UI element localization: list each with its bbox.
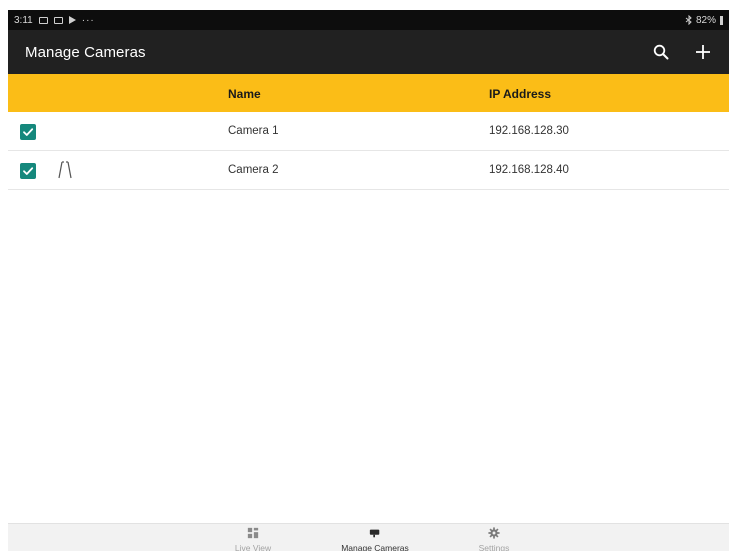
search-button[interactable] (651, 42, 671, 62)
play-store-icon (68, 16, 76, 24)
battery-level: 82% (695, 14, 716, 26)
app-bar-actions (651, 42, 713, 62)
add-camera-button[interactable] (693, 42, 713, 62)
check-icon (23, 167, 34, 175)
grid-icon (247, 527, 259, 539)
search-icon (653, 44, 669, 60)
row-checkbox[interactable] (20, 163, 36, 179)
nav-settings[interactable]: Settings (439, 527, 549, 551)
app-window: 3:11 ··· 82% Manage Cameras Name IP Addr… (8, 10, 729, 551)
nav-label: Settings (478, 543, 510, 551)
status-bar: 3:11 ··· 82% (8, 10, 729, 30)
status-right: 82% (685, 15, 723, 26)
row-checkbox[interactable] (20, 124, 36, 140)
table-row[interactable]: Camera 1 192.168.128.30 (8, 112, 729, 151)
table-row[interactable]: Camera 2 192.168.128.40 (8, 151, 729, 190)
camera-ip: 192.168.128.30 (489, 125, 569, 137)
gear-icon (488, 527, 500, 539)
camera-icon (369, 529, 380, 538)
status-left: 3:11 ··· (14, 15, 95, 26)
nav-live-view[interactable]: Live View (198, 527, 308, 551)
bottom-nav: Live View Manage Cameras Settings (8, 523, 729, 551)
column-header-name[interactable]: Name (228, 87, 261, 101)
nav-label: Manage Cameras (341, 543, 409, 551)
road-icon (58, 161, 72, 179)
nav-label: Live View (234, 543, 272, 551)
status-overflow: ··· (81, 14, 95, 26)
check-icon (23, 128, 34, 136)
page-title: Manage Cameras (25, 43, 146, 61)
image-icon (53, 16, 63, 24)
status-time: 3:11 (14, 14, 33, 26)
nav-manage-cameras[interactable]: Manage Cameras (320, 527, 430, 551)
image-icon (38, 16, 48, 24)
column-header-ip[interactable]: IP Address (489, 87, 551, 101)
plus-icon (696, 45, 710, 59)
camera-name: Camera 2 (228, 164, 279, 176)
battery-icon (720, 15, 723, 25)
app-bar: Manage Cameras (8, 30, 729, 74)
camera-name: Camera 1 (228, 125, 279, 137)
bluetooth-icon (685, 15, 692, 25)
camera-ip: 192.168.128.40 (489, 164, 569, 176)
table-header: Name IP Address (8, 74, 729, 112)
